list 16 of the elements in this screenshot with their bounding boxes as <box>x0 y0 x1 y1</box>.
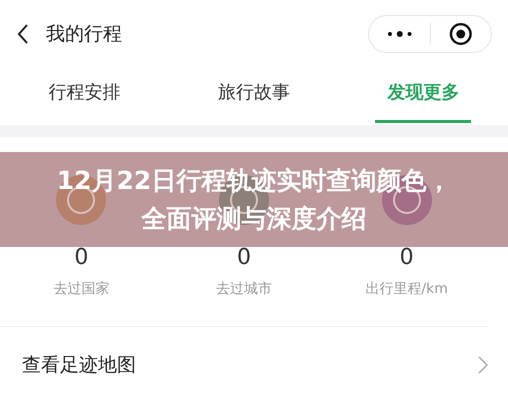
page-title: 我的行程 <box>46 22 122 47</box>
stat-label: 去过城市 <box>216 280 272 299</box>
back-icon[interactable] <box>16 23 30 45</box>
close-target-icon[interactable] <box>449 22 473 46</box>
stat-value: 0 <box>236 247 251 269</box>
chevron-icon <box>478 356 488 374</box>
stat-value: 0 <box>400 247 414 269</box>
more-icon[interactable] <box>387 30 412 38</box>
stat-label: 去过国家 <box>53 280 110 299</box>
stat-label: 出行里程/km <box>365 280 448 299</box>
tab[interactable]: 旅行故事 <box>169 68 339 125</box>
list-row[interactable]: 查看足迹地图 <box>0 327 508 400</box>
stat-value: 0 <box>74 247 88 269</box>
tab[interactable]: 行程安排 <box>0 68 170 125</box>
capsule-menu[interactable] <box>368 15 492 53</box>
banner-title: 12月22日行程轨迹实时查询颜色，全面评测与深度介绍 <box>56 164 452 234</box>
